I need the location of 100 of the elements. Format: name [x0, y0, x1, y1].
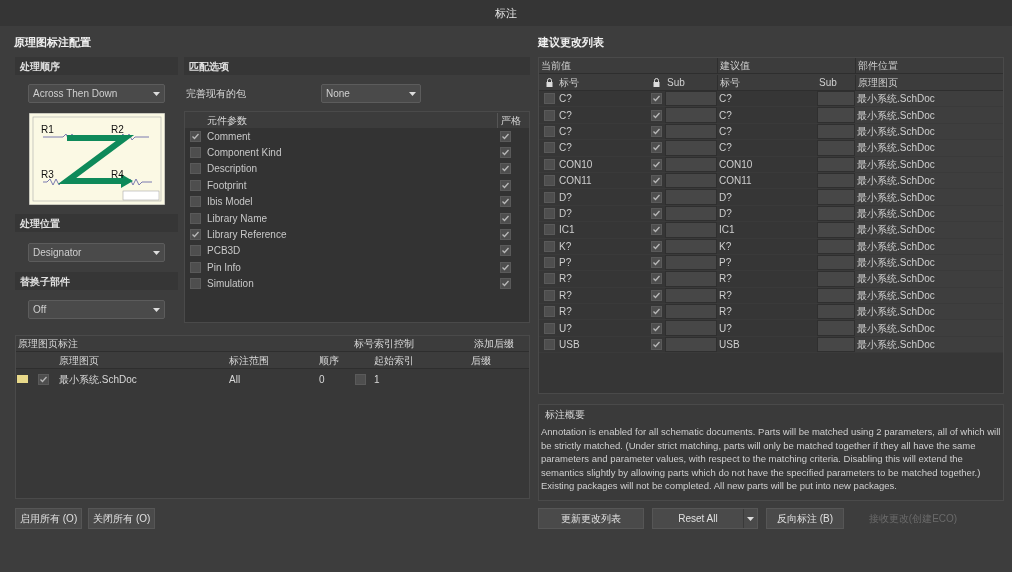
column-header: 原理图页 — [855, 74, 1003, 90]
checkbox[interactable] — [543, 191, 555, 203]
checkbox[interactable] — [650, 125, 662, 137]
lock-icon — [652, 77, 660, 87]
checkbox[interactable] — [650, 158, 662, 170]
checkbox[interactable] — [650, 289, 662, 301]
table-cell-text: D? — [559, 206, 573, 221]
table-cell-text: CON10 — [559, 157, 594, 172]
checkbox[interactable] — [650, 207, 662, 219]
table-cell-text: D? — [559, 190, 573, 205]
section-header: 替换子部件 — [15, 272, 178, 290]
checkbox[interactable] — [650, 191, 662, 203]
table-cell-text: C? — [559, 108, 573, 123]
parameter-name: Description — [207, 162, 259, 177]
checkbox[interactable] — [500, 278, 511, 290]
column-header: 后缀 — [471, 353, 491, 368]
button[interactable]: 启用所有 (O) — [15, 508, 83, 529]
checkbox[interactable] — [190, 130, 201, 142]
checkbox[interactable] — [355, 373, 366, 385]
checkbox[interactable] — [500, 130, 511, 142]
checkbox[interactable] — [543, 158, 555, 170]
parameter-name: Footprint — [207, 178, 248, 193]
resistor-label: R4 — [111, 169, 124, 180]
checkbox[interactable] — [543, 175, 555, 187]
checkbox[interactable] — [543, 93, 555, 105]
checkbox[interactable] — [500, 261, 511, 273]
table-cell-text: CON10 — [718, 157, 754, 172]
group-header: 添加后缀 — [473, 337, 514, 351]
column-header: 标号 — [717, 74, 817, 90]
checkbox[interactable] — [650, 273, 662, 285]
dropdown[interactable]: None — [321, 84, 421, 103]
checkbox[interactable] — [190, 212, 201, 224]
checkbox[interactable] — [543, 142, 555, 154]
checkbox[interactable] — [650, 224, 662, 236]
checkbox[interactable] — [543, 257, 555, 269]
checkbox[interactable] — [190, 179, 201, 191]
parameter-name: PCB3D — [207, 244, 242, 259]
caret-icon — [153, 307, 160, 312]
button[interactable]: 更新更改列表 — [538, 508, 644, 529]
table-cell-text: R? — [718, 288, 733, 303]
checkbox[interactable] — [543, 109, 555, 121]
checkbox[interactable] — [650, 142, 662, 154]
checkbox[interactable] — [543, 224, 555, 236]
section-header: 处理顺序 — [15, 57, 178, 75]
checkbox[interactable] — [650, 322, 662, 334]
checkbox[interactable] — [500, 212, 511, 224]
checkbox[interactable] — [500, 179, 511, 191]
table-cell: 最小系统.SchDoc — [855, 91, 1003, 107]
checkbox[interactable] — [190, 163, 201, 175]
checkbox[interactable] — [543, 322, 555, 334]
checkbox[interactable] — [190, 196, 201, 208]
checkbox[interactable] — [500, 163, 511, 175]
checkbox[interactable] — [190, 261, 201, 273]
column-header: Sub — [818, 75, 838, 90]
checkbox[interactable] — [38, 373, 49, 385]
checkbox[interactable] — [190, 147, 201, 159]
dropdown[interactable]: Off — [28, 300, 165, 319]
table-cell-text: C? — [559, 92, 573, 107]
checkbox[interactable] — [500, 245, 511, 257]
column-header: 标注范围 — [229, 353, 270, 368]
checkbox[interactable] — [543, 306, 555, 318]
checkbox[interactable] — [543, 273, 555, 285]
table-cell-text: U? — [559, 321, 573, 336]
checkbox[interactable] — [650, 257, 662, 269]
table-cell-text: 0 — [319, 372, 326, 387]
checkbox[interactable] — [543, 339, 555, 351]
table-cell-text: R? — [559, 288, 573, 303]
table-cell: 最小系统.SchDoc — [855, 320, 1003, 336]
checkbox[interactable] — [500, 147, 511, 159]
checkbox[interactable] — [650, 109, 662, 121]
button[interactable]: 关闭所有 (O) — [88, 508, 156, 529]
button[interactable]: 反向标注 (B) — [766, 508, 844, 529]
checkbox[interactable] — [190, 278, 201, 290]
parameter-name: Simulation — [207, 277, 255, 292]
panel-heading: 建议更改列表 — [538, 34, 605, 50]
caret-icon — [747, 516, 754, 521]
caret-icon — [153, 91, 160, 96]
checkbox[interactable] — [190, 245, 201, 257]
checkbox[interactable] — [650, 339, 662, 351]
resistor-label: R3 — [41, 169, 54, 180]
checkbox[interactable] — [543, 289, 555, 301]
group-header: 部件位置 — [855, 58, 898, 73]
parameter-name: Library Name — [207, 211, 269, 226]
dropdown[interactable]: Across Then Down — [28, 84, 165, 103]
checkbox[interactable] — [500, 196, 511, 208]
column-header: 严格 — [497, 112, 529, 128]
table-cell-text: D? — [718, 206, 733, 221]
checkbox[interactable] — [650, 240, 662, 252]
checkbox[interactable] — [543, 125, 555, 137]
table-cell-text: U? — [718, 321, 733, 336]
checkbox[interactable] — [650, 93, 662, 105]
dropdown[interactable]: Designator — [28, 243, 165, 262]
checkbox[interactable] — [500, 229, 511, 241]
checkbox[interactable] — [543, 240, 555, 252]
checkbox[interactable] — [190, 229, 201, 241]
split-button[interactable]: Reset All — [652, 508, 758, 529]
checkbox[interactable] — [650, 306, 662, 318]
checkbox[interactable] — [543, 207, 555, 219]
panel-heading: 原理图标注配置 — [13, 34, 92, 50]
checkbox[interactable] — [650, 175, 662, 187]
